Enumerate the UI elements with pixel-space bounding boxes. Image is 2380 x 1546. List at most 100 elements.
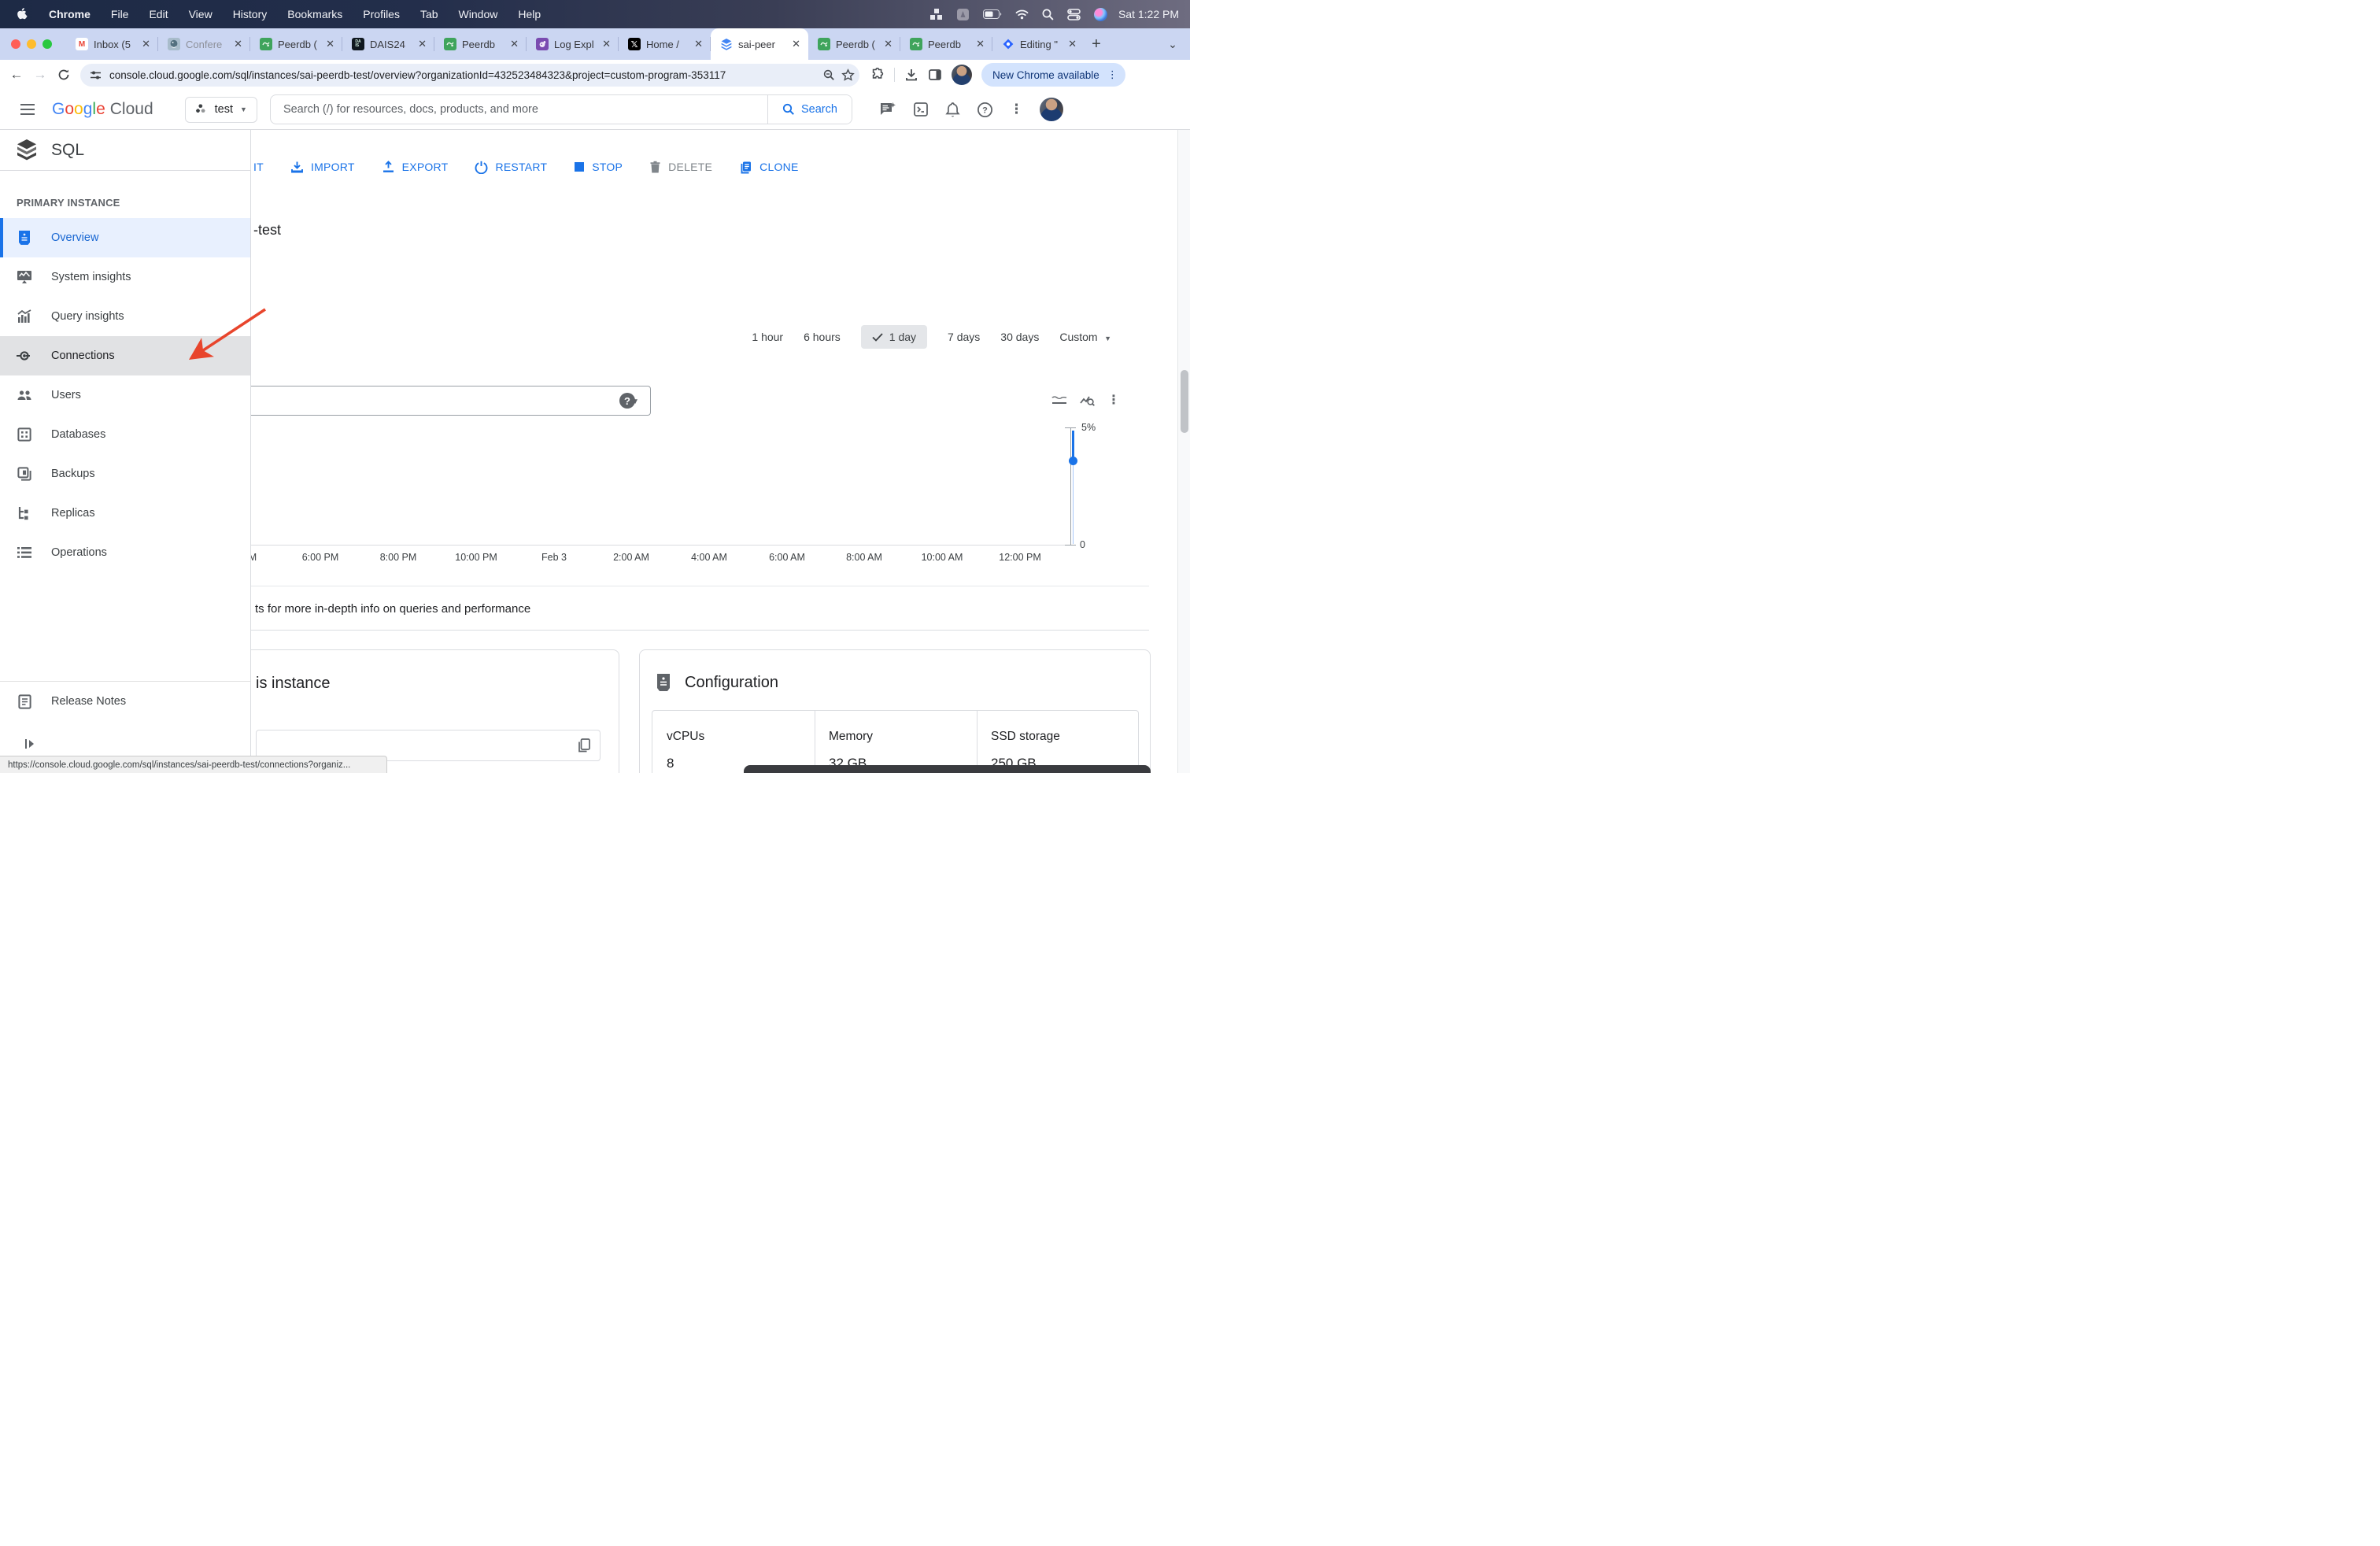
google-cloud-logo[interactable]: Google Cloud	[52, 100, 153, 119]
tab-editing[interactable]: Editing " ✕	[992, 28, 1085, 60]
menu-history[interactable]: History	[223, 8, 278, 20]
close-tab-icon[interactable]: ✕	[790, 38, 802, 50]
cloud-shell-icon[interactable]	[913, 102, 929, 117]
sidebar-item-replicas[interactable]: Replicas	[0, 494, 250, 533]
siri-icon[interactable]	[1094, 8, 1107, 21]
menu-file[interactable]: File	[101, 8, 139, 20]
tab-conference[interactable]: Confere ✕	[158, 28, 250, 60]
zoom-icon[interactable]	[823, 69, 835, 81]
close-tab-icon[interactable]: ✕	[882, 38, 894, 50]
collapse-sidebar-icon[interactable]	[24, 738, 36, 750]
control-center-icon[interactable]	[1067, 9, 1081, 20]
chart-more-options-icon[interactable]: ⋮	[1107, 392, 1120, 408]
stats-blocks-icon[interactable]	[930, 8, 943, 20]
tab-peerdb-2[interactable]: Peerdb ✕	[434, 28, 527, 60]
new-chrome-available-button[interactable]: New Chrome available ⋮	[981, 63, 1125, 87]
notifications-bell-icon[interactable]	[945, 102, 960, 118]
chrome-profile-avatar[interactable]	[952, 65, 972, 85]
downloads-icon[interactable]	[904, 68, 918, 82]
stop-button[interactable]: STOP	[574, 161, 623, 173]
sidebar-item-connections[interactable]: Connections	[0, 336, 250, 375]
close-tab-icon[interactable]: ✕	[416, 38, 428, 50]
apple-logo-icon[interactable]	[17, 8, 29, 21]
project-picker[interactable]: test ▼	[185, 97, 257, 123]
menu-profiles[interactable]: Profiles	[353, 8, 410, 20]
restart-button[interactable]: RESTART	[475, 161, 547, 174]
copy-icon[interactable]	[578, 738, 590, 753]
gcloud-search-button[interactable]: Search	[767, 95, 852, 124]
menu-help[interactable]: Help	[508, 8, 551, 20]
menubar-app-icon[interactable]	[956, 8, 970, 21]
url-text[interactable]: console.cloud.google.com/sql/instances/s…	[109, 69, 817, 81]
close-window-button[interactable]	[11, 39, 20, 49]
tab-search-chevron-icon[interactable]: ⌄	[1163, 35, 1182, 54]
delete-button[interactable]: DELETE	[649, 161, 712, 174]
clone-button[interactable]: CLONE	[739, 161, 798, 174]
close-tab-icon[interactable]: ✕	[693, 38, 704, 50]
gcloud-search-input[interactable]	[271, 103, 767, 116]
menu-bookmarks[interactable]: Bookmarks	[277, 8, 353, 20]
tab-inbox[interactable]: M Inbox (5 ✕	[66, 28, 158, 60]
side-panel-icon[interactable]	[928, 68, 942, 82]
range-30-days[interactable]: 30 days	[1000, 331, 1039, 343]
metric-dropdown[interactable]: ▼	[236, 386, 651, 416]
feedback-icon[interactable]	[879, 102, 896, 117]
range-6-hours[interactable]: 6 hours	[804, 331, 841, 343]
close-tab-icon[interactable]: ✕	[140, 38, 152, 50]
reload-button[interactable]	[52, 63, 76, 87]
menu-tab[interactable]: Tab	[410, 8, 449, 20]
close-tab-icon[interactable]: ✕	[1066, 38, 1078, 50]
extensions-icon[interactable]	[870, 68, 885, 82]
minimize-window-button[interactable]	[27, 39, 36, 49]
sidebar-item-backups[interactable]: Backups	[0, 454, 250, 494]
sidebar-item-system-insights[interactable]: System insights	[0, 257, 250, 297]
metric-help-icon[interactable]: ?	[619, 393, 635, 409]
scrollbar-thumb[interactable]	[1181, 370, 1188, 433]
close-tab-icon[interactable]: ✕	[601, 38, 612, 50]
menu-view[interactable]: View	[179, 8, 223, 20]
range-custom[interactable]: Custom ▼	[1059, 331, 1111, 343]
tab-x-home[interactable]: 𝕏 Home / ✕	[619, 28, 711, 60]
close-tab-icon[interactable]: ✕	[508, 38, 520, 50]
tab-sai-peerdb-active[interactable]: sai-peer ✕	[711, 28, 808, 60]
import-button[interactable]: IMPORT	[290, 161, 355, 174]
sidebar-item-users[interactable]: Users	[0, 375, 250, 415]
nav-menu-icon[interactable]	[9, 104, 46, 115]
sidebar-item-overview[interactable]: Overview	[0, 218, 250, 257]
range-1-hour[interactable]: 1 hour	[752, 331, 783, 343]
menu-edit[interactable]: Edit	[139, 8, 178, 20]
menu-window[interactable]: Window	[449, 8, 508, 20]
chrome-menu-icon[interactable]: ⋮	[1107, 68, 1118, 81]
close-tab-icon[interactable]: ✕	[324, 38, 336, 50]
sidebar-item-release-notes[interactable]: Release Notes	[0, 682, 250, 721]
close-tab-icon[interactable]: ✕	[232, 38, 244, 50]
export-button[interactable]: EXPORT	[382, 161, 449, 174]
account-avatar[interactable]	[1040, 98, 1063, 121]
forward-button[interactable]: →	[28, 63, 52, 87]
tab-peerdb-4[interactable]: Peerdb ✕	[900, 28, 992, 60]
tab-peerdb-1[interactable]: Peerdb ( ✕	[250, 28, 342, 60]
tab-peerdb-3[interactable]: Peerdb ( ✕	[808, 28, 900, 60]
chart-explore-icon[interactable]	[1080, 394, 1095, 407]
maximize-window-button[interactable]	[42, 39, 52, 49]
page-scrollbar[interactable]	[1177, 130, 1190, 773]
tab-dais24[interactable]: DAIS DAIS24 ✕	[342, 28, 434, 60]
sidebar-item-databases[interactable]: Databases	[0, 415, 250, 454]
menu-chrome[interactable]: Chrome	[39, 8, 101, 20]
omnibox[interactable]: console.cloud.google.com/sql/instances/s…	[80, 64, 859, 87]
sidebar-item-query-insights[interactable]: Query insights	[0, 297, 250, 336]
range-1-day-selected[interactable]: 1 day	[861, 325, 927, 349]
wifi-icon[interactable]	[1015, 9, 1029, 20]
edit-button[interactable]: IT	[253, 161, 264, 173]
chart-legend-toggle-icon[interactable]	[1051, 394, 1067, 405]
site-settings-icon[interactable]	[90, 69, 102, 81]
bookmark-star-icon[interactable]	[841, 68, 855, 82]
tab-log-explorer[interactable]: Log Expl ✕	[527, 28, 619, 60]
spotlight-search-icon[interactable]	[1042, 9, 1054, 20]
close-tab-icon[interactable]: ✕	[974, 38, 986, 50]
new-tab-button[interactable]: +	[1085, 28, 1108, 60]
help-icon[interactable]: ?	[977, 102, 993, 118]
more-options-icon[interactable]: ⋮	[1010, 102, 1023, 117]
sidebar-item-operations[interactable]: Operations	[0, 533, 250, 572]
range-7-days[interactable]: 7 days	[948, 331, 980, 343]
